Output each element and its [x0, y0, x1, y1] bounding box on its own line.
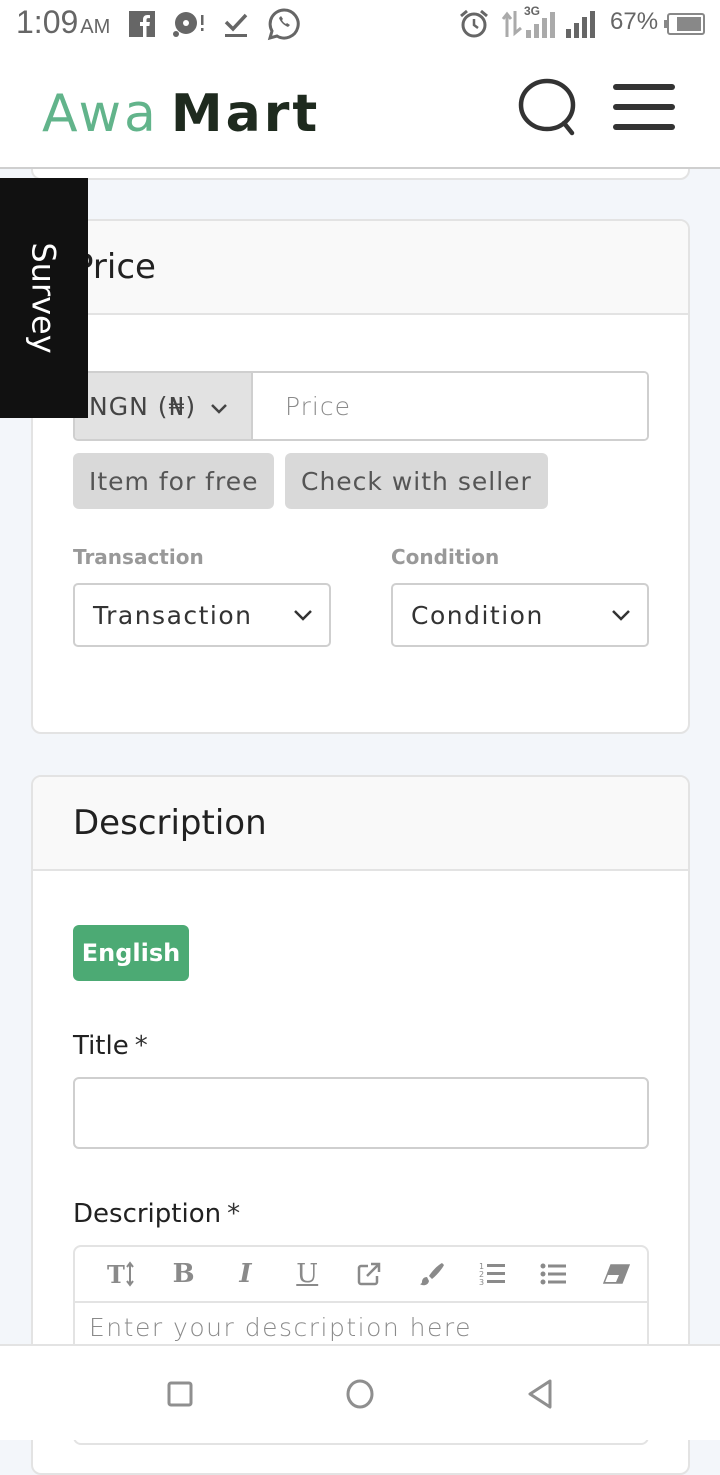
unordered-list-button[interactable] [523, 1254, 585, 1294]
transaction-select[interactable]: Transaction [73, 583, 331, 647]
eraser-icon [603, 1264, 631, 1284]
hamburger-line [613, 124, 675, 130]
back-button[interactable] [520, 1374, 560, 1414]
condition-value: Condition [411, 600, 544, 630]
home-button[interactable] [340, 1374, 380, 1414]
currency-select[interactable]: NGN (₦) [75, 373, 253, 439]
recent-apps-button[interactable] [160, 1374, 200, 1414]
description-label-text: Description [73, 1199, 222, 1229]
survey-tab[interactable]: Survey [0, 178, 88, 418]
title-input[interactable] [73, 1077, 649, 1149]
language-english-button[interactable]: English [73, 925, 189, 981]
svg-text:3G: 3G [524, 4, 540, 18]
italic-button[interactable]: I [215, 1254, 277, 1294]
bold-button[interactable]: B [153, 1254, 215, 1294]
chevron-down-icon [612, 610, 630, 621]
underline-icon: U [296, 1259, 319, 1289]
italic-icon: I [239, 1259, 252, 1289]
battery-icon [664, 8, 706, 40]
description-label: Description * [73, 1199, 240, 1229]
unordered-list-icon [540, 1263, 567, 1285]
editor-toolbar: T B I U 123 [75, 1247, 647, 1303]
logo[interactable]: Awa Mart [42, 84, 320, 144]
signal-3g-icon: 3G [524, 4, 560, 40]
battery-percent: 67% [610, 8, 659, 35]
price-card: Price NGN (₦) Item for free Check with s… [31, 219, 690, 734]
text-size-button[interactable]: T [91, 1254, 153, 1294]
required-mark: * [134, 1031, 148, 1061]
svg-text:T: T [107, 1261, 125, 1287]
data-arrows-icon [500, 8, 524, 40]
check-with-seller-button[interactable]: Check with seller [285, 453, 548, 509]
alarm-icon [458, 8, 490, 40]
signal-icon [564, 8, 598, 40]
whatsapp-icon [266, 8, 302, 41]
chevron-down-icon [210, 392, 228, 421]
paint-brush-icon [419, 1263, 444, 1286]
text-size-icon: T [107, 1261, 134, 1287]
music-icon [172, 8, 206, 40]
description-card-title: Description [73, 803, 267, 843]
search-button[interactable] [518, 77, 580, 139]
title-label-text: Title [73, 1031, 129, 1061]
clock-ampm: AM [80, 16, 111, 38]
hamburger-menu-icon [613, 84, 675, 90]
bold-icon: B [172, 1259, 195, 1289]
link-button[interactable] [338, 1254, 400, 1294]
transaction-label: Transaction [73, 545, 204, 569]
underline-button[interactable]: U [276, 1254, 338, 1294]
item-for-free-button[interactable]: Item for free [73, 453, 275, 509]
ordered-list-icon: 123 [479, 1262, 505, 1287]
hamburger-line [613, 104, 675, 110]
description-placeholder: Enter your description here [89, 1313, 472, 1342]
currency-value: NGN (₦) [89, 391, 197, 421]
required-mark: * [227, 1199, 241, 1229]
facebook-icon [128, 8, 156, 40]
price-input[interactable] [253, 373, 647, 439]
color-button[interactable] [400, 1254, 462, 1294]
system-nav-bar [0, 1344, 720, 1440]
survey-tab-label: Survey [25, 242, 63, 354]
price-input-group: NGN (₦) [73, 371, 649, 441]
status-bar: 1:09 AM 3G 67% [0, 0, 720, 50]
square-icon [167, 1381, 193, 1407]
download-done-icon [222, 8, 250, 40]
price-card-header: Price [33, 221, 688, 315]
transaction-value: Transaction [93, 600, 253, 630]
clock: 1:09 AM [16, 4, 110, 41]
menu-button[interactable] [613, 84, 675, 134]
triangle-back-icon [528, 1379, 552, 1409]
clock-time: 1:09 [16, 4, 79, 40]
title-label: Title * [73, 1031, 148, 1061]
svg-text:3: 3 [479, 1278, 484, 1287]
logo-awa: Awa [42, 84, 159, 144]
logo-mart: Mart [170, 84, 321, 144]
description-card-header: Description [33, 777, 688, 871]
site-header: Awa Mart [0, 50, 720, 169]
circle-icon [346, 1379, 374, 1409]
condition-select[interactable]: Condition [391, 583, 649, 647]
ordered-list-button[interactable]: 123 [462, 1254, 524, 1294]
clear-format-button[interactable] [585, 1254, 647, 1294]
chevron-down-icon [294, 610, 312, 621]
search-icon [518, 78, 576, 136]
condition-label: Condition [391, 545, 500, 569]
external-link-icon [357, 1262, 381, 1286]
